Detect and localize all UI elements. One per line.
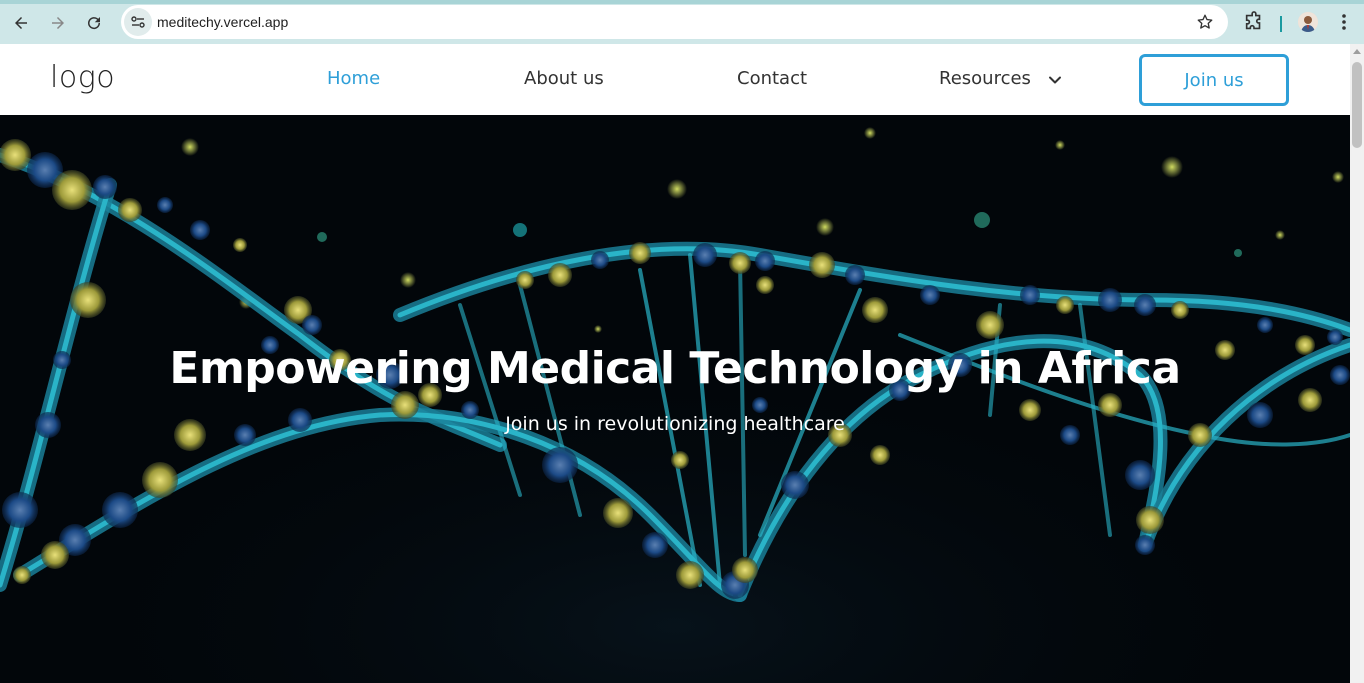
- site-info-icon: [131, 16, 145, 28]
- back-button[interactable]: [8, 10, 34, 36]
- extensions-button[interactable]: [1243, 11, 1265, 37]
- browser-menu-button[interactable]: [1334, 12, 1354, 36]
- avatar[interactable]: [1298, 12, 1318, 32]
- profile-icon: [1298, 12, 1318, 32]
- toolbar-divider: [1280, 16, 1282, 32]
- resources-dropdown-toggle[interactable]: [1048, 72, 1062, 91]
- bookmark-button[interactable]: [1196, 13, 1214, 35]
- site-header: logo Home About us Contact Resources Joi…: [0, 44, 1350, 115]
- address-bar[interactable]: meditechy.vercel.app: [121, 5, 1228, 39]
- site-logo[interactable]: logo: [50, 60, 115, 95]
- reload-button[interactable]: [81, 10, 107, 36]
- nav-resources[interactable]: Resources: [939, 68, 1031, 89]
- forward-button[interactable]: [45, 10, 71, 36]
- hero-subtitle: Join us in revolutionizing healthcare: [505, 413, 845, 435]
- scroll-thumb[interactable]: [1352, 62, 1362, 148]
- hero-section: Empowering Medical Technology in Africa …: [0, 115, 1350, 683]
- nav-about-us[interactable]: About us: [524, 68, 604, 89]
- extensions-icon: [1245, 11, 1261, 30]
- url-text[interactable]: meditechy.vercel.app: [157, 14, 288, 30]
- hero-title: Empowering Medical Technology in Africa: [169, 343, 1181, 394]
- chevron-down-icon: [1049, 76, 1061, 84]
- nav-home[interactable]: Home: [327, 68, 380, 89]
- join-us-button[interactable]: Join us: [1139, 54, 1289, 106]
- reload-icon: [88, 17, 101, 30]
- nav-contact[interactable]: Contact: [737, 68, 807, 89]
- page-scrollbar[interactable]: [1350, 44, 1364, 683]
- dna-background-image: [0, 115, 1350, 683]
- forward-icon: [52, 17, 64, 29]
- star-icon: [1197, 14, 1213, 29]
- back-icon: [15, 17, 27, 29]
- menu-icon: [1342, 14, 1346, 30]
- site-info-button[interactable]: [124, 8, 152, 36]
- scroll-up-arrow[interactable]: [1353, 49, 1361, 54]
- browser-toolbar: meditechy.vercel.app: [0, 0, 1364, 44]
